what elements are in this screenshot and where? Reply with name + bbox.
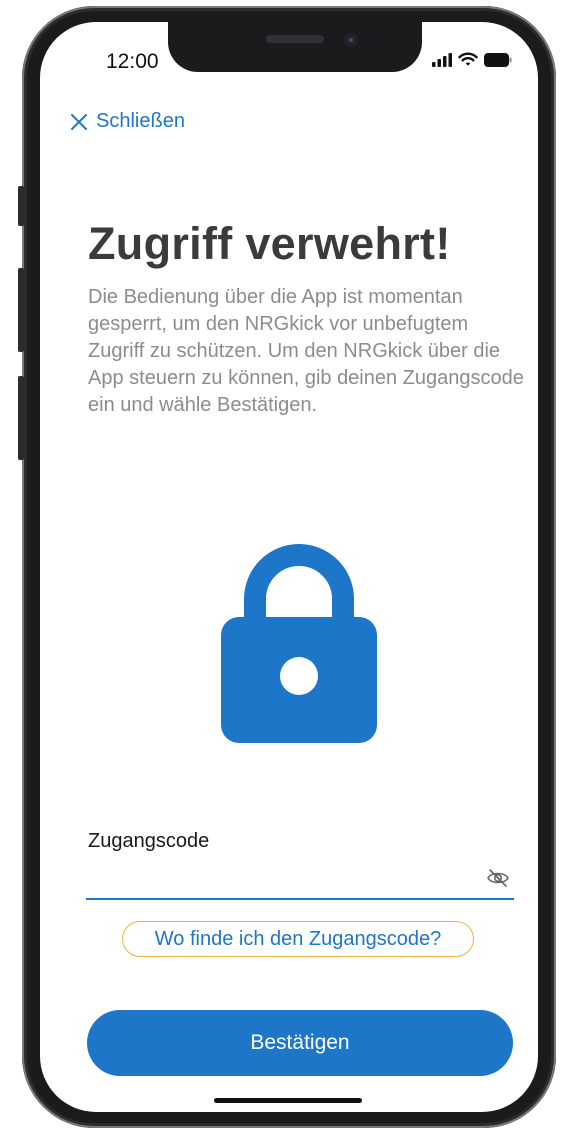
eye-slash-icon[interactable]	[486, 868, 510, 888]
access-code-help-link[interactable]: Wo finde ich den Zugangscode?	[122, 921, 474, 957]
status-time: 12:00	[106, 50, 159, 73]
app-screen: 12:00 Schließen Zugriff verwehrt! Die Be…	[40, 22, 538, 1112]
access-code-label: Zugangscode	[88, 830, 210, 852]
volume-up-button	[18, 268, 24, 352]
page-title: Zugriff verwehrt!	[88, 218, 451, 269]
cellular-signal-icon	[432, 52, 452, 67]
padlock-icon	[221, 544, 377, 743]
earpiece-speaker	[266, 35, 324, 43]
close-x-icon	[71, 113, 87, 130]
wifi-icon	[458, 52, 478, 66]
notch	[168, 22, 422, 72]
access-code-input[interactable]	[86, 862, 470, 896]
mute-switch	[18, 186, 24, 226]
description-text: Die Bedienung über die App ist momentan …	[88, 286, 524, 416]
volume-down-button	[18, 376, 24, 460]
confirm-button[interactable]: Bestätigen	[87, 1010, 513, 1076]
status-icons	[432, 52, 512, 67]
close-label: Schließen	[96, 110, 185, 132]
front-camera	[344, 33, 358, 47]
battery-icon	[484, 52, 512, 67]
access-code-field	[86, 862, 514, 900]
home-indicator	[214, 1098, 362, 1103]
close-button[interactable]: Schließen	[70, 110, 185, 133]
